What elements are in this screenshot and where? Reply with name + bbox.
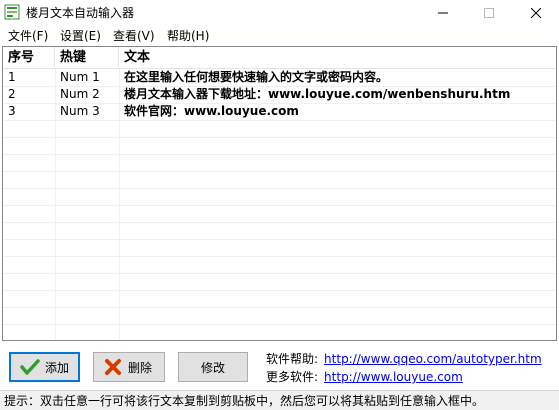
table-row[interactable]: 2 Num 2 楼月文本输入器下载地址：www.louyue.com/wenbe… [3, 86, 556, 103]
row-index: 2 [8, 87, 16, 101]
column-header-text[interactable]: 文本 [119, 47, 556, 69]
row-hotkey: Num 3 [60, 104, 100, 118]
help-label: 软件帮助: [266, 352, 319, 366]
row-index: 3 [8, 104, 16, 118]
grid-line [3, 137, 556, 138]
column-header-hotkey[interactable]: 热键 [55, 47, 119, 69]
row-text: 楼月文本输入器下载地址：www.louyue.com/wenbenshuru.h… [124, 87, 511, 101]
app-icon [4, 4, 20, 20]
more-label: 更多软件: [266, 370, 319, 384]
minimize-icon [438, 12, 448, 14]
list-header: 序号 热键 文本 [3, 47, 556, 69]
status-text: 提示：双击任意一行可将该行文本复制到剪贴板中，然后您可以将其粘贴到任意输入框中。 [4, 394, 485, 408]
delete-button[interactable]: 删除 [93, 352, 165, 382]
grid-line [3, 324, 556, 325]
column-header-index[interactable]: 序号 [3, 47, 55, 69]
row-hotkey: Num 1 [60, 70, 100, 84]
grid-line [3, 290, 556, 291]
hotkey-list[interactable]: 序号 热键 文本 1 Num 1 在这里输入任何想要快速输入的文字或密码内容。 … [2, 46, 557, 341]
menu-file[interactable]: 文件(F) [8, 28, 48, 44]
menu-settings[interactable]: 设置(E) [60, 28, 101, 44]
edit-button-label: 修改 [200, 360, 225, 375]
add-button[interactable]: 添加 [9, 352, 80, 382]
window-title: 楼月文本自动输入器 [26, 6, 135, 20]
row-hotkey: Num 2 [60, 87, 100, 101]
minimize-button[interactable] [420, 0, 466, 26]
list-body: 1 Num 1 在这里输入任何想要快速输入的文字或密码内容。 2 Num 2 楼… [3, 69, 556, 340]
grid-line [3, 256, 556, 257]
grid-line [3, 239, 556, 240]
more-link-row: 更多软件: http://www.louyue.com [266, 369, 463, 385]
help-link-row: 软件帮助: http://www.qqeo.com/autotyper.htm [266, 351, 542, 367]
help-link[interactable]: http://www.qqeo.com/autotyper.htm [324, 352, 542, 366]
menu-bar: 文件(F) 设置(E) 查看(V) 帮助(H) [0, 26, 559, 46]
grid-line [3, 273, 556, 274]
edit-button[interactable]: 修改 [178, 352, 248, 382]
close-icon [531, 8, 541, 18]
menu-view[interactable]: 查看(V) [113, 28, 155, 44]
delete-button-label: 删除 [128, 360, 153, 375]
menu-help[interactable]: 帮助(H) [167, 28, 209, 44]
maximize-icon [484, 8, 494, 18]
grid-line [3, 120, 556, 121]
grid-line [3, 205, 556, 206]
close-button[interactable] [513, 0, 559, 26]
check-icon [19, 356, 41, 378]
row-text: 在这里输入任何想要快速输入的文字或密码内容。 [124, 70, 389, 84]
row-index: 1 [8, 70, 16, 84]
grid-line [3, 222, 556, 223]
x-icon [102, 356, 124, 378]
grid-line [3, 171, 556, 172]
grid-line [3, 307, 556, 308]
table-row[interactable]: 1 Num 1 在这里输入任何想要快速输入的文字或密码内容。 [3, 69, 556, 86]
maximize-button[interactable] [466, 0, 512, 26]
table-row[interactable]: 3 Num 3 软件官网：www.louyue.com [3, 103, 556, 120]
row-text: 软件官网：www.louyue.com [124, 104, 299, 118]
add-button-label: 添加 [45, 360, 70, 375]
grid-line [3, 154, 556, 155]
title-bar: 楼月文本自动输入器 [0, 0, 559, 26]
grid-line [3, 188, 556, 189]
more-link[interactable]: http://www.louyue.com [324, 370, 463, 384]
status-bar: 提示：双击任意一行可将该行文本复制到剪贴板中，然后您可以将其粘贴到任意输入框中。 [0, 390, 559, 410]
